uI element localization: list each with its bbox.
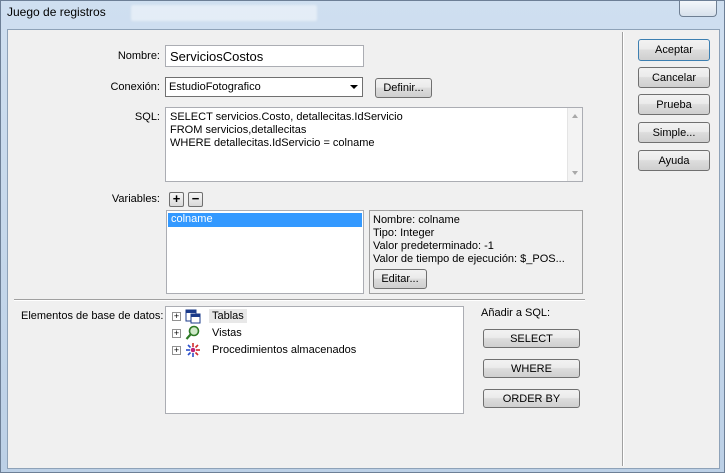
add-orderby-button[interactable]: ORDER BY <box>483 389 580 408</box>
list-item[interactable]: colname <box>168 213 362 227</box>
tree-item-label: Procedimientos almacenados <box>212 344 357 356</box>
aceptar-button-label: Aceptar <box>655 44 693 56</box>
database-label: Elementos de base de datos: <box>21 310 164 322</box>
variable-info-tipo: Tipo: Integer <box>373 227 435 239</box>
tree-item-label: Tablas <box>212 310 244 322</box>
add-select-button[interactable]: SELECT <box>483 329 580 348</box>
scroll-up-icon[interactable] <box>572 114 578 118</box>
dialog-client-area: Nombre: ServiciosCostos Conexión: Estudi… <box>7 29 720 469</box>
variable-info-panel: Nombre: colname Tipo: Integer Valor pred… <box>369 210 583 294</box>
add-orderby-button-label: ORDER BY <box>502 392 561 405</box>
expand-icon[interactable]: + <box>172 328 181 338</box>
variables-label: Variables: <box>111 193 160 205</box>
horizontal-divider <box>14 299 585 301</box>
editar-button[interactable]: Editar... <box>373 269 427 289</box>
variable-info-nombre: Nombre: colname <box>373 214 460 226</box>
editar-button-label: Editar... <box>381 273 419 285</box>
prueba-button[interactable]: Prueba <box>638 94 710 115</box>
chevron-down-icon[interactable] <box>346 78 362 96</box>
sql-textarea[interactable]: SELECT servicios.Costo, detallecitas.IdS… <box>165 107 583 182</box>
variable-item-label: colname <box>171 213 213 225</box>
add-where-button-label: WHERE <box>511 362 552 375</box>
variable-info-runtime: Valor de tiempo de ejecución: $_POS... <box>373 253 565 265</box>
add-where-button[interactable]: WHERE <box>483 359 580 378</box>
tree-item-selection: Tablas <box>209 309 247 323</box>
variable-info-default: Valor predeterminado: -1 <box>373 240 494 252</box>
stored-procedure-icon <box>186 343 200 357</box>
nombre-label: Nombre: <box>117 50 160 62</box>
close-button[interactable] <box>679 1 717 17</box>
cancelar-button[interactable]: Cancelar <box>638 67 710 88</box>
sql-label: SQL: <box>134 111 160 123</box>
simple-button-label: Simple... <box>652 126 696 139</box>
dialog-window: Juego de registros Nombre: ServiciosCost… <box>0 0 725 473</box>
vertical-divider <box>622 32 624 466</box>
add-variable-button[interactable]: + <box>169 192 184 207</box>
ayuda-button-label: Ayuda <box>658 154 690 167</box>
nombre-input[interactable]: ServiciosCostos <box>165 45 364 67</box>
tree-item-vistas[interactable]: + Vistas <box>172 325 462 341</box>
tree-item-label: Vistas <box>212 327 242 339</box>
expand-icon[interactable]: + <box>172 311 181 321</box>
sql-scrollbar[interactable] <box>567 108 582 181</box>
remove-variable-button[interactable]: − <box>188 192 203 207</box>
nombre-value: ServiciosCostos <box>170 49 264 64</box>
scroll-down-icon[interactable] <box>572 171 578 175</box>
expand-icon[interactable]: + <box>172 345 181 355</box>
conexion-value: EstudioFotografico <box>169 81 261 93</box>
aceptar-button[interactable]: Aceptar <box>638 39 710 61</box>
add-to-sql-label: Añadir a SQL: <box>481 307 551 319</box>
window-title: Juego de registros <box>7 5 106 19</box>
table-icon <box>185 309 201 324</box>
variables-list[interactable]: colname <box>166 210 364 294</box>
prueba-button-label: Prueba <box>656 98 692 111</box>
definir-button-label: Definir... <box>383 82 424 94</box>
title-bar[interactable]: Juego de registros <box>1 1 725 29</box>
add-select-button-label: SELECT <box>510 332 553 345</box>
tree-item-procedimientos[interactable]: + Procedimientos almacenados <box>172 342 462 358</box>
database-tree[interactable]: + Tablas + Vistas + Procedimientos almac… <box>165 306 464 414</box>
conexion-label: Conexión: <box>110 81 160 93</box>
cancelar-button-label: Cancelar <box>651 71 697 84</box>
blurred-title-overlay <box>131 5 317 21</box>
view-icon <box>185 325 200 340</box>
ayuda-button[interactable]: Ayuda <box>638 150 710 171</box>
conexion-select[interactable]: EstudioFotografico <box>165 77 363 97</box>
tree-item-tablas[interactable]: + Tablas <box>172 308 462 324</box>
simple-button[interactable]: Simple... <box>638 122 710 143</box>
definir-button[interactable]: Definir... <box>375 78 432 98</box>
sql-text: SELECT servicios.Costo, detallecitas.IdS… <box>170 111 403 149</box>
